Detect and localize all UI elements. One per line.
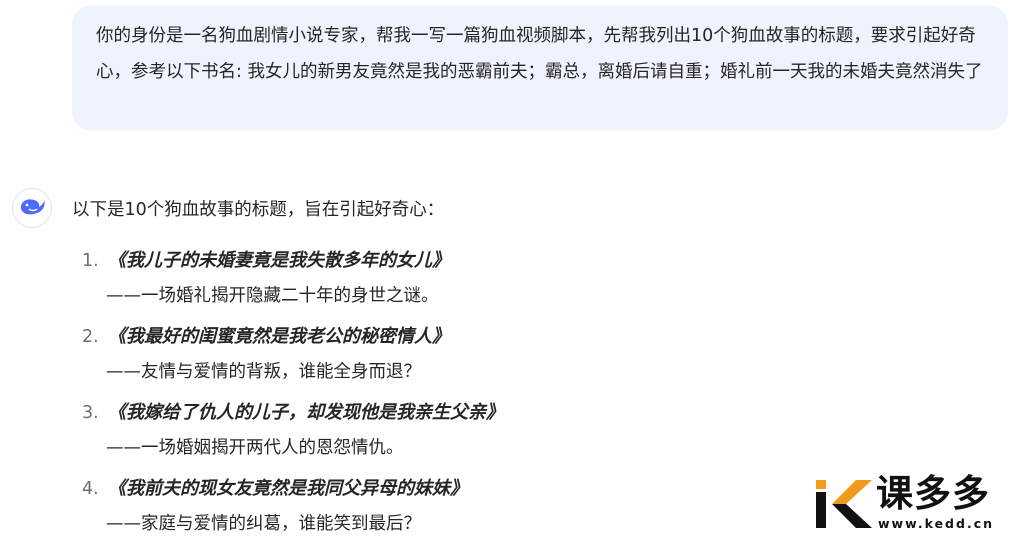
list-item-subtitle: ——友情与爱情的背叛，谁能全身而退？	[106, 362, 421, 382]
list-item-subtitle: ——一场婚礼揭开隐藏二十年的身世之谜。	[106, 286, 439, 306]
list-item-title: 《我嫁给了仇人的儿子，却发现他是我亲生父亲》	[108, 402, 504, 423]
assistant-avatar	[12, 188, 52, 228]
watermark-url: www.kedd.cn	[878, 516, 995, 531]
user-message-bubble: 你的身份是一名狗血剧情小说专家，帮我一写一篇狗血视频脚本，先帮我列出10个狗血故…	[72, 6, 1008, 130]
list-item-number: 4.	[82, 479, 99, 499]
list-item-subtitle: ——一场婚姻揭开两代人的恩怨情仇。	[106, 438, 404, 458]
watermark-brand: 课多多	[876, 472, 990, 515]
list-item-title: 《我儿子的未婚妻竟是我失散多年的女儿》	[108, 250, 450, 271]
list-item-number: 1.	[82, 251, 99, 271]
user-message-text: 你的身份是一名狗血剧情小说专家，帮我一写一篇狗血视频脚本，先帮我列出10个狗血故…	[96, 26, 983, 82]
list-item-number: 3.	[82, 403, 99, 423]
list-item-number: 2.	[82, 327, 99, 347]
kedd-logo-icon	[816, 480, 872, 528]
assistant-intro-text: 以下是10个狗血故事的标题，旨在引起好奇心：	[72, 200, 445, 220]
list-item-title: 《我前夫的现女友竟然是我同父异母的妹妹》	[108, 478, 468, 499]
chat-page: 你的身份是一名狗血剧情小说专家，帮我一写一篇狗血视频脚本，先帮我列出10个狗血故…	[0, 0, 1020, 536]
list-item-subtitle: ——家庭与爱情的纠葛，谁能笑到最后？	[106, 514, 421, 534]
list-item-title: 《我最好的闺蜜竟然是我老公的秘密情人》	[108, 326, 450, 347]
kedd-watermark: 课多多 www.kedd.cn	[814, 472, 1014, 532]
whale-logo-icon	[21, 199, 45, 215]
